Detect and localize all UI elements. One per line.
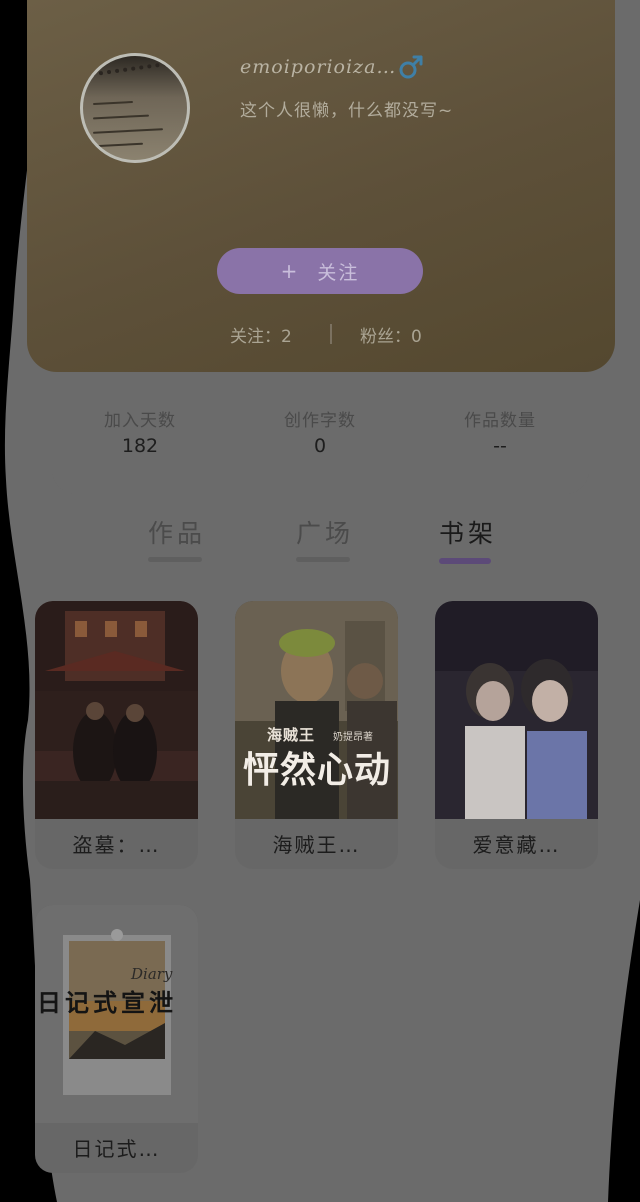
stat-word-count: 创作字数 0: [260, 406, 380, 457]
follow-button-label: 关注: [317, 261, 360, 284]
avatar[interactable]: [80, 53, 190, 163]
tab-indicator-inactive: [148, 557, 202, 562]
tab-works[interactable]: 作品: [148, 514, 206, 550]
tab-square[interactable]: 广场: [296, 514, 354, 550]
stat-label: 创作字数: [284, 411, 356, 431]
book-card[interactable]: 盗墓：…: [35, 601, 198, 869]
cover-title-big: 日记式宣泄: [37, 989, 177, 1017]
profile-header: emoiporioiza… 这个人很懒，什么都没写~ + 关注 关注：2 粉丝：…: [27, 0, 615, 372]
stat-label: 作品数量: [464, 411, 536, 431]
book-card[interactable]: 日记式宣泄 Diary 日记式…: [35, 905, 198, 1173]
follow-button[interactable]: + 关注: [217, 248, 423, 294]
tab-bookshelf[interactable]: 书架: [439, 514, 497, 550]
tab-indicator-inactive: [296, 557, 350, 562]
book-cover: [435, 601, 598, 819]
page: emoiporioiza… 这个人很懒，什么都没写~ + 关注 关注：2 粉丝：…: [0, 0, 640, 1202]
stat-works-count: 作品数量 --: [440, 406, 560, 457]
stat-join-days: 加入天数 182: [80, 406, 200, 457]
cover-title-big: 怦然心动: [243, 750, 392, 791]
follow-counts: 关注：2 粉丝：0: [27, 320, 615, 350]
book-card[interactable]: 爱意藏…: [435, 601, 598, 869]
followers-count[interactable]: 粉丝：0: [360, 322, 422, 347]
stat-value: 182: [121, 435, 159, 457]
book-title: 盗墓：…: [72, 833, 161, 857]
tab-active-indicator: [439, 558, 491, 564]
following-count[interactable]: 关注：2: [230, 322, 292, 347]
book-card[interactable]: 海贼王 奶提昂著 怦然心动 海贼王…: [235, 601, 398, 869]
stats-card: 加入天数 182 创作字数 0 作品数量 --: [52, 372, 589, 494]
bio-text: 这个人很懒，什么都没写~: [240, 101, 454, 121]
stat-label: 加入天数: [104, 411, 176, 431]
stat-value: --: [493, 435, 507, 457]
book-title: 海贼王…: [272, 833, 361, 857]
stat-value: 0: [313, 435, 327, 457]
book-title: 爱意藏…: [472, 833, 561, 857]
divider: [330, 324, 332, 344]
book-title: 日记式…: [72, 1137, 161, 1161]
plus-icon: +: [280, 259, 300, 283]
username: emoiporioiza…: [240, 56, 397, 78]
cover-script: Diary: [131, 965, 173, 983]
male-icon: [399, 55, 423, 79]
book-cover: [35, 601, 198, 819]
